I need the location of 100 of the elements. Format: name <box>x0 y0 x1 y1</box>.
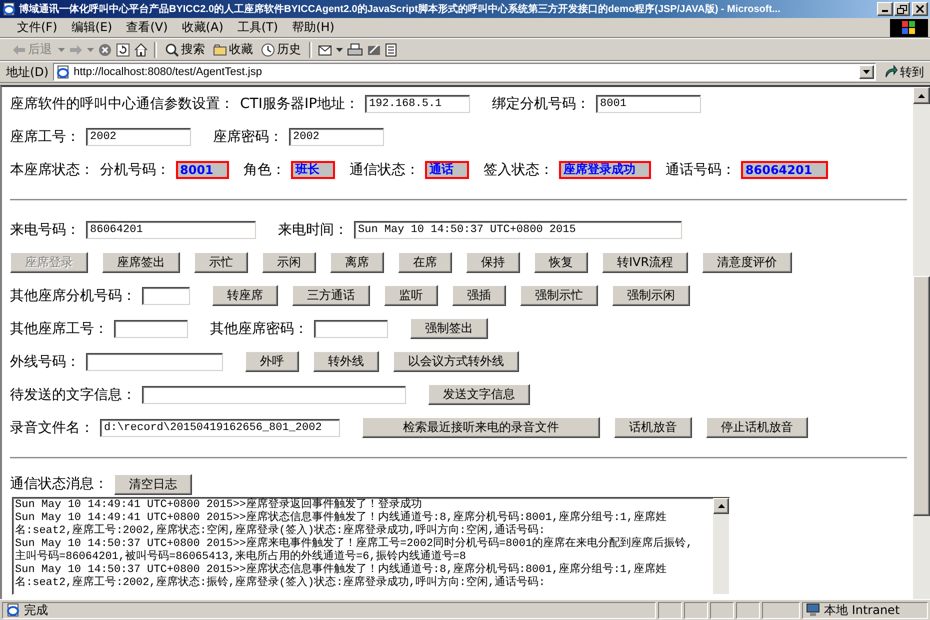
action-button[interactable]: 离席 <box>330 252 384 273</box>
maximize-button[interactable] <box>894 2 910 16</box>
action-button[interactable]: 转IVR流程 <box>602 252 688 273</box>
input-field[interactable]: 2002 <box>86 128 191 146</box>
action-button[interactable]: 保持 <box>466 252 520 273</box>
action-button[interactable]: 监听 <box>384 285 438 306</box>
action-button[interactable]: 强制示忙 <box>520 285 598 306</box>
go-button[interactable]: 转到 <box>880 64 928 80</box>
action-button[interactable]: 恢复 <box>534 252 588 273</box>
input-field[interactable]: 192.168.5.1 <box>365 94 470 112</box>
page-icon <box>56 65 70 79</box>
field-label: 座席密码： <box>213 128 283 146</box>
log-line: Sun May 10 14:50:37 UTC+0800 2015>>座席状态信息事件触发了！内线通道号:8,座席分机号码:8001,座席分组号:1,座席姓 <box>15 564 668 576</box>
input-field[interactable] <box>86 352 223 370</box>
status-value: 班长 <box>291 160 336 178</box>
status-panel <box>762 602 800 618</box>
menu-item[interactable]: 编辑(E) <box>64 19 120 36</box>
scroll-up-button[interactable] <box>713 498 729 514</box>
action-button[interactable]: 转外线 <box>313 351 379 372</box>
field-label: 本座席状态： <box>10 160 94 178</box>
scroll-up-button[interactable] <box>913 87 930 104</box>
window-title: 博域通讯一体化呼叫中心平台产品BYICC2.0的人工座席软件BYICCAgent2.0的JavaScript脚本形式的呼叫中心系统第三方开发接口的demo程序(JSP/JAVA版) - Microsoft... <box>19 2 782 16</box>
action-button[interactable]: 三方通话 <box>292 285 370 306</box>
field-label: 其他座席密码： <box>210 320 308 338</box>
favorites-button[interactable]: 收藏 <box>211 41 255 58</box>
action-button[interactable]: 示闲 <box>262 252 316 273</box>
page-icon <box>6 603 20 617</box>
maximize-icon <box>897 4 907 14</box>
address-label: 地址(D) <box>6 64 49 80</box>
minimize-button[interactable] <box>877 2 893 16</box>
log-textarea[interactable] <box>12 497 730 595</box>
action-button[interactable]: 外呼 <box>245 351 299 372</box>
action-button[interactable]: 停止话机放音 <box>706 417 808 438</box>
input-field[interactable]: 2002 <box>289 128 384 146</box>
close-button[interactable] <box>912 2 928 16</box>
menu-item[interactable]: 收藏(A) <box>174 19 230 36</box>
action-button[interactable]: 强插 <box>452 285 506 306</box>
action-button[interactable]: 座席签出 <box>102 252 180 273</box>
action-button[interactable]: 在席 <box>398 252 452 273</box>
action-button[interactable]: 转座席 <box>212 285 278 306</box>
field-label: 通信状态： <box>349 160 420 178</box>
action-button[interactable]: 清空日志 <box>114 474 192 494</box>
field-label: 来电时间： <box>278 220 348 238</box>
input-field[interactable]: 86064201 <box>86 220 256 238</box>
document-icon <box>385 42 397 56</box>
field-label: 其他座席工号： <box>10 320 108 338</box>
field-label: 其他座席分机号码： <box>10 286 136 304</box>
input-field[interactable] <box>314 320 388 338</box>
field-label: 通信状态消息： <box>10 475 108 493</box>
print-icon <box>347 42 363 56</box>
scrollbar-thumb[interactable] <box>913 276 930 516</box>
dropdown-caret-icon <box>87 48 94 52</box>
field-label: 通话号码： <box>665 160 736 178</box>
close-icon <box>916 5 924 13</box>
edit-icon <box>367 42 381 56</box>
dropdown-caret-icon <box>336 48 343 52</box>
menu-item[interactable]: 查看(V) <box>119 19 175 36</box>
action-button[interactable]: 话机放音 <box>614 417 692 438</box>
input-field[interactable]: d:\record\20150419162656_801_2002 <box>100 418 340 436</box>
status-text: 完成 <box>24 602 48 618</box>
field-label: 分机号码： <box>100 160 170 178</box>
status-value: 座席登录成功 <box>559 160 652 178</box>
minimize-icon <box>882 10 888 12</box>
menu-item[interactable]: 帮助(H) <box>285 19 342 36</box>
home-icon <box>134 42 148 56</box>
input-field[interactable]: 8001 <box>596 94 702 112</box>
input-field[interactable] <box>114 320 188 338</box>
status-value: 86064201 <box>741 160 828 178</box>
address-field[interactable]: http://localhost:8080/test/AgentTest.jsp <box>52 63 876 81</box>
action-button[interactable]: 强制示闲 <box>612 285 690 306</box>
log-line: 名:seat2,座席工号:2002,座席状态:空闲,座席登录(签入)状态:座席登录成功,呼叫方向:空闲,通话号码: <box>15 525 546 537</box>
dropdown-caret-icon <box>58 48 65 52</box>
log-line: Sun May 10 14:49:41 UTC+0800 2015>>座席登录返回事件触发了！登录成功 <box>15 499 424 511</box>
input-field[interactable] <box>142 386 406 404</box>
status-panel <box>658 602 682 618</box>
mail-icon <box>318 44 332 56</box>
stop-icon <box>98 42 112 56</box>
input-field[interactable] <box>142 286 190 304</box>
status-panel <box>736 602 760 618</box>
up-arrow-icon <box>918 94 925 98</box>
action-button[interactable]: 检索最近接听来电的录音文件 <box>362 417 600 438</box>
action-button[interactable]: 发送文字信息 <box>428 384 530 405</box>
field-label: 待发送的文字信息： <box>10 386 136 404</box>
search-icon <box>165 42 179 56</box>
input-field[interactable]: Sun May 10 14:50:37 UTC+0800 2015 <box>354 220 682 238</box>
field-label: CTI服务器IP地址： <box>240 94 360 112</box>
history-button[interactable]: 历史 <box>259 41 303 58</box>
field-label: 签入状态： <box>483 160 554 178</box>
menu-item[interactable]: 工具(T) <box>230 19 286 36</box>
status-panel <box>684 602 708 618</box>
action-button[interactable]: 强制签出 <box>410 318 488 339</box>
action-button[interactable]: 以会议方式转外线 <box>393 351 519 372</box>
scrollbar[interactable] <box>913 87 930 599</box>
action-button[interactable]: 清意度评价 <box>702 252 792 273</box>
action-button[interactable]: 示忙 <box>194 252 248 273</box>
dropdown-caret-icon <box>863 70 870 74</box>
search-button[interactable]: 搜索 <box>163 41 207 58</box>
menu-item[interactable]: 文件(F) <box>10 19 64 36</box>
go-arrow-icon <box>884 65 898 79</box>
field-label: 座席软件的呼叫中心通信参数设置： <box>10 94 234 112</box>
